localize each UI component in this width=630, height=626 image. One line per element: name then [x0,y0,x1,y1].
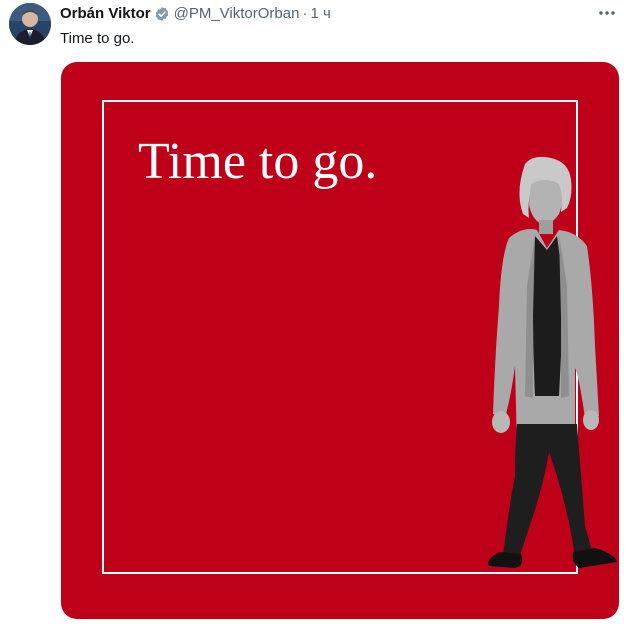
tweet-header: Orbán Viktor @PM_ViktorOrban · 1 ч [60,4,331,24]
person-avatar-icon [9,3,51,45]
walking-woman-figure [488,156,617,568]
image-headline: Time to go. [138,133,378,190]
tweet-timestamp[interactable]: 1 ч [310,4,330,24]
more-options-icon[interactable] [596,4,618,22]
author-handle[interactable]: @PM_ViktorOrban [174,4,300,24]
tweet-media-image[interactable]: Time to go. [61,62,619,619]
author-display-name[interactable]: Orbán Viktor [60,4,151,24]
verified-badge-icon [154,6,170,22]
author-avatar[interactable] [9,3,51,45]
header-separator: · [302,5,308,22]
tweet-text: Time to go. [60,30,135,47]
